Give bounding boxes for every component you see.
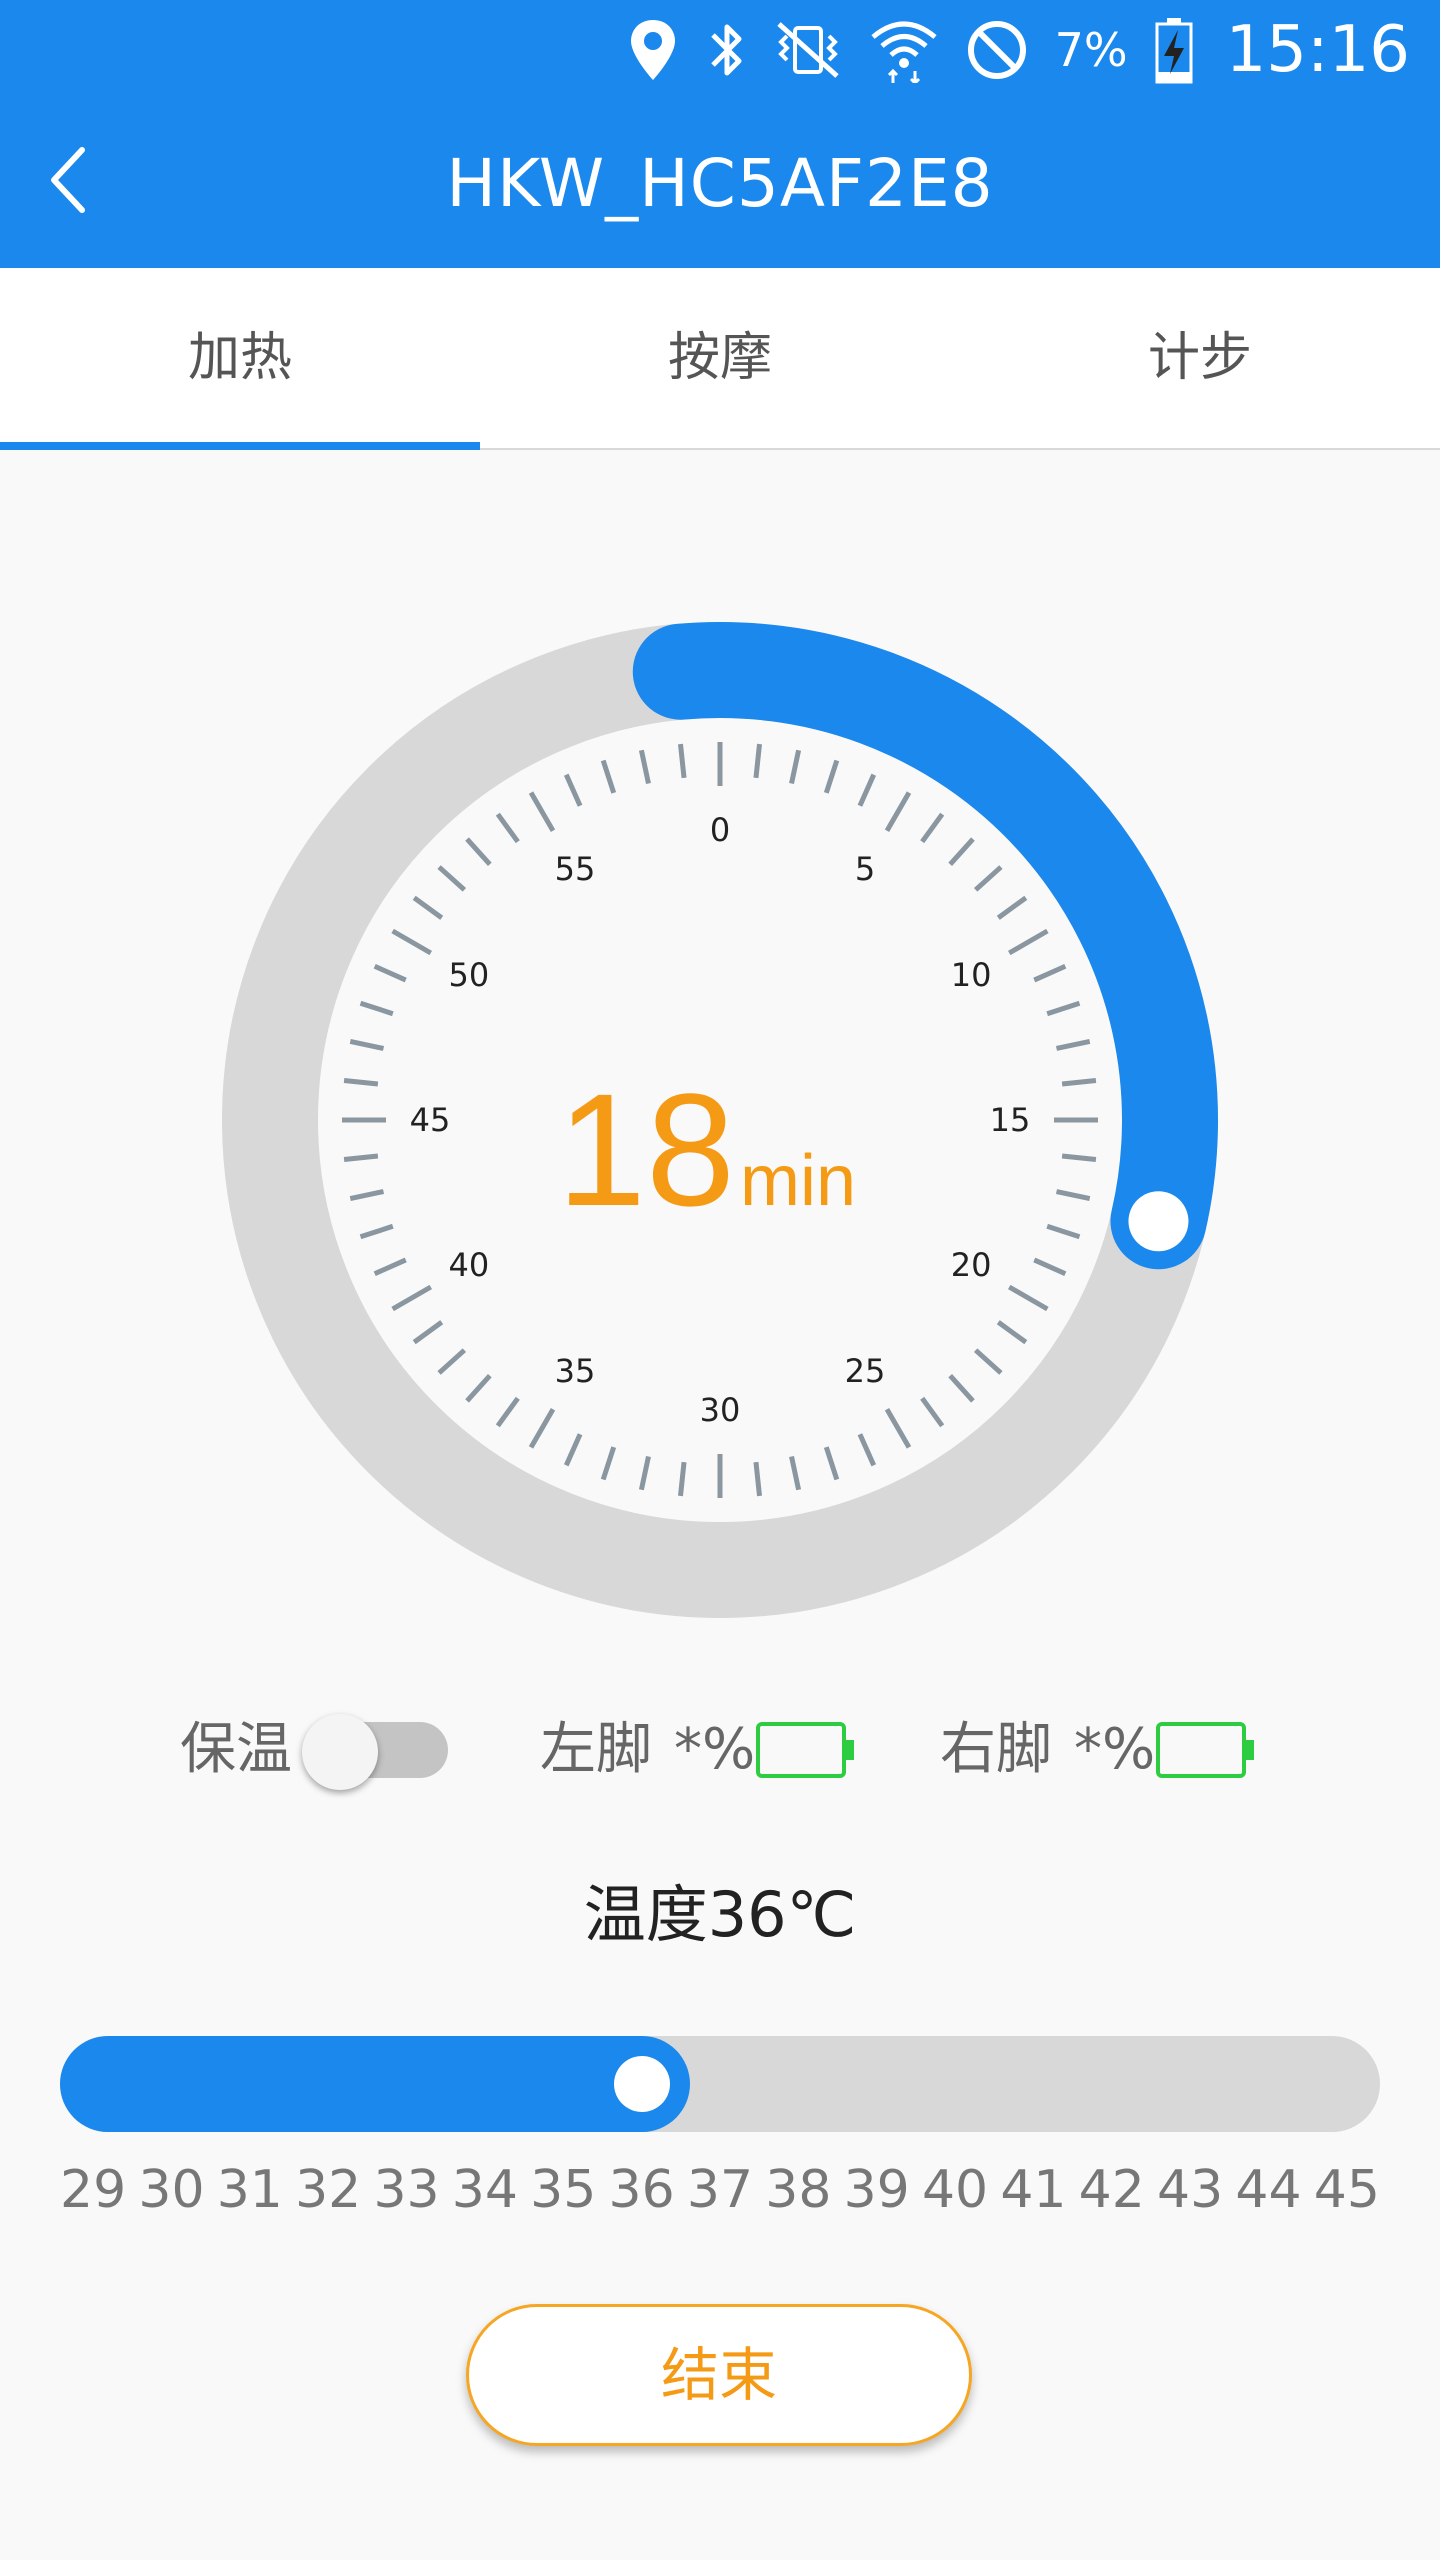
dial-tick [343,1078,379,1087]
tab-heating[interactable]: 加热 [0,268,480,450]
location-icon [630,20,675,80]
left-battery-icon [756,1722,854,1778]
scale-label: 29 [60,2160,127,2220]
dial-tick [753,743,762,779]
end-button[interactable]: 结束 [466,2304,972,2446]
dial-label: 50 [448,956,489,994]
scale-label: 33 [373,2160,440,2220]
keep-warm-toggle[interactable] [302,1714,448,1790]
scale-label: 42 [1078,2160,1145,2220]
page-title: HKW_HC5AF2E8 [446,145,994,222]
slider-fill [60,2036,690,2132]
dial-label: 10 [951,956,992,994]
scale-label: 44 [1235,2160,1302,2220]
dial-label: 45 [410,1101,451,1139]
battery-percent: 7% [1054,23,1128,77]
dial-label: 20 [951,1246,992,1284]
scale-label: 45 [1313,2160,1380,2220]
dial-tick [678,743,687,779]
scale-label: 43 [1157,2160,1224,2220]
scale-label: 34 [451,2160,518,2220]
right-battery-icon [1156,1722,1254,1778]
bluetooth-icon [710,24,742,76]
scale-label: 40 [921,2160,989,2220]
dial-tick [343,1153,379,1162]
timer-dial[interactable]: 0 5 10 15 20 25 30 35 40 45 50 55 18 min [220,620,1220,1620]
timer-unit: min [740,1141,856,1221]
dial-label: 0 [710,811,730,849]
left-foot-label: 左脚 [540,1717,652,1782]
dial-label: 15 [990,1101,1031,1139]
app-bar: 7% 15:16 HKW_HC5AF2E8 [0,0,1440,268]
temperature-label: 温度36℃ [583,1878,857,1951]
dial-handle[interactable] [1112,1175,1205,1268]
dial-label: 40 [448,1246,489,1284]
temperature-scale: 29 30 31 32 33 34 35 36 37 38 39 40 41 42 43 44 45 [60,2150,1380,2230]
right-foot-label: 右脚 [940,1717,1052,1782]
dial-label: 25 [845,1352,886,1390]
do-not-disturb-icon [967,21,1026,79]
tab-pedometer[interactable]: 计步 [960,268,1440,448]
left-foot-percent: *% [674,1717,756,1782]
scale-label: 37 [686,2160,754,2220]
scale-label: 38 [765,2160,832,2220]
scale-label: 32 [295,2160,362,2220]
wifi-icon [870,21,937,83]
temperature-slider[interactable] [60,2036,1380,2132]
dial-tick [1061,1153,1097,1162]
tab-bar: 加热 按摩 计步 [0,268,1440,450]
vibrate-mute-icon [776,22,839,78]
dial-label: 55 [555,850,596,888]
status-icons: 7% 15:16 [625,10,1410,90]
slider-thumb[interactable] [599,2042,684,2126]
status-bar: 7% 15:16 [0,0,1440,100]
right-foot-percent: *% [1074,1717,1156,1782]
tab-massage[interactable]: 按摩 [480,268,960,448]
toggle-knob [302,1714,378,1790]
scale-label: 36 [608,2160,675,2220]
scale-label: 31 [216,2160,283,2220]
dial-label: 5 [855,850,875,888]
dial-label: 30 [700,1391,741,1429]
timer-value: 18 [557,1060,735,1239]
scale-label: 30 [138,2160,205,2220]
scale-label: 35 [530,2160,597,2220]
scale-label: 41 [1000,2160,1067,2220]
scale-label: 39 [843,2160,910,2220]
dial-label: 35 [555,1352,596,1390]
keep-warm-label: 保温 [180,1717,292,1782]
dial-tick [1061,1078,1097,1087]
dial-tick [753,1461,762,1497]
battery-charging-icon [1155,18,1193,84]
clock: 15:16 [1225,13,1410,87]
dial-tick [678,1461,687,1497]
controls-row: 保温 左脚 *% 右脚 *% [0,1700,1440,1800]
